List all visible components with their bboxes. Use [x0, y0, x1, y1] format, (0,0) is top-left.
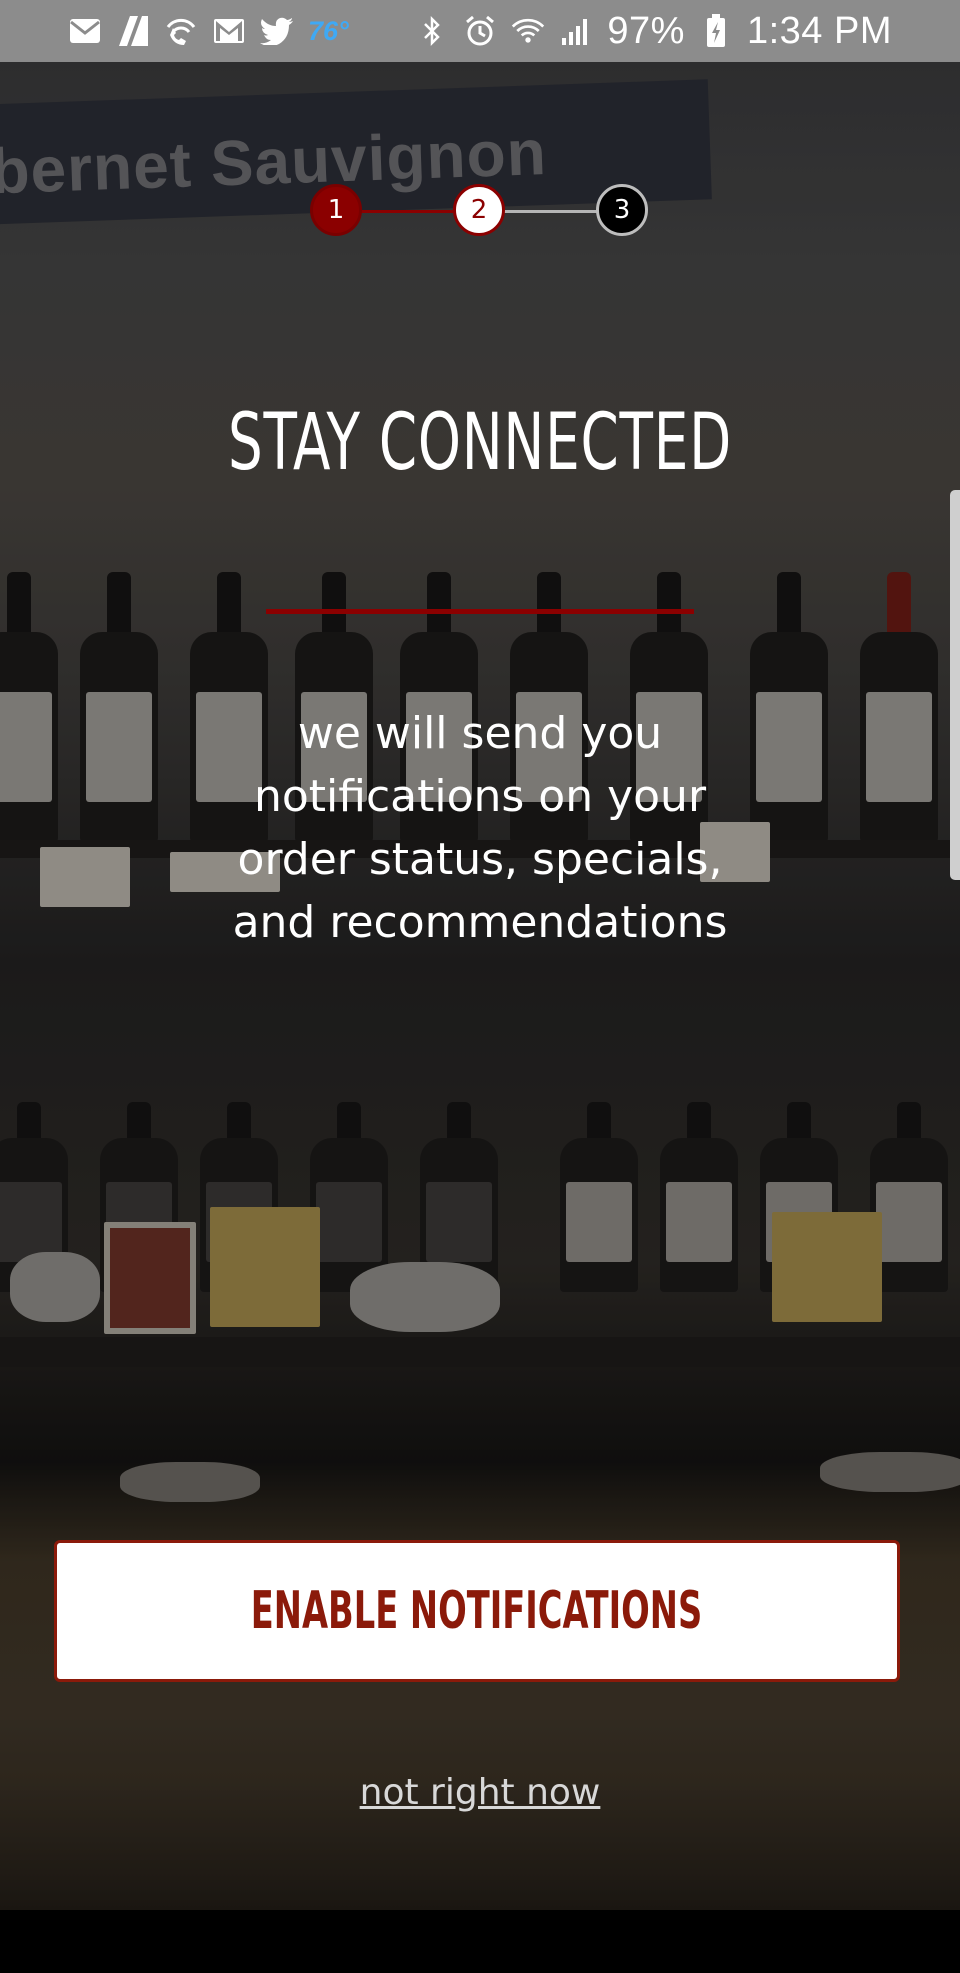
description-text: we will send you notifications on your o… — [232, 708, 728, 948]
wifi-call-icon — [164, 15, 198, 47]
enable-notifications-button[interactable]: ENABLE NOTIFICATIONS — [54, 1540, 900, 1682]
enable-notifications-label: ENABLE NOTIFICATIONS — [251, 1581, 703, 1641]
step-3-indicator: 3 — [596, 184, 648, 236]
mail-icon — [68, 15, 102, 47]
title-divider — [266, 609, 694, 614]
onboarding-stepper: 1 2 3 — [310, 184, 650, 240]
step-1-indicator: 1 — [310, 184, 362, 236]
flipboard-icon — [116, 15, 150, 47]
stepper-connector-pending — [502, 210, 598, 213]
navigation-bar-area — [0, 1910, 960, 1973]
status-bar-right: 97% 1:34 PM — [415, 10, 892, 53]
clock: 1:34 PM — [746, 9, 892, 52]
edge-panel-handle[interactable] — [950, 490, 960, 880]
twitter-icon — [260, 15, 294, 47]
alarm-icon — [463, 15, 497, 47]
status-bar: 76° 97% 1:34 PM — [0, 0, 960, 62]
battery-charging-icon — [699, 14, 733, 47]
gmail-icon — [212, 15, 246, 47]
bluetooth-icon — [415, 15, 449, 47]
stepper-connector-complete — [360, 210, 456, 213]
not-right-now-link[interactable]: not right now — [0, 1772, 960, 1813]
signal-icon — [559, 15, 593, 47]
wifi-icon — [511, 15, 545, 47]
page-title: STAY CONNECTED — [227, 398, 733, 488]
battery-percent: 97% — [607, 9, 685, 52]
weather-temperature: 76° — [308, 15, 349, 46]
status-bar-left: 76° — [68, 15, 349, 47]
step-2-indicator: 2 — [453, 184, 505, 236]
